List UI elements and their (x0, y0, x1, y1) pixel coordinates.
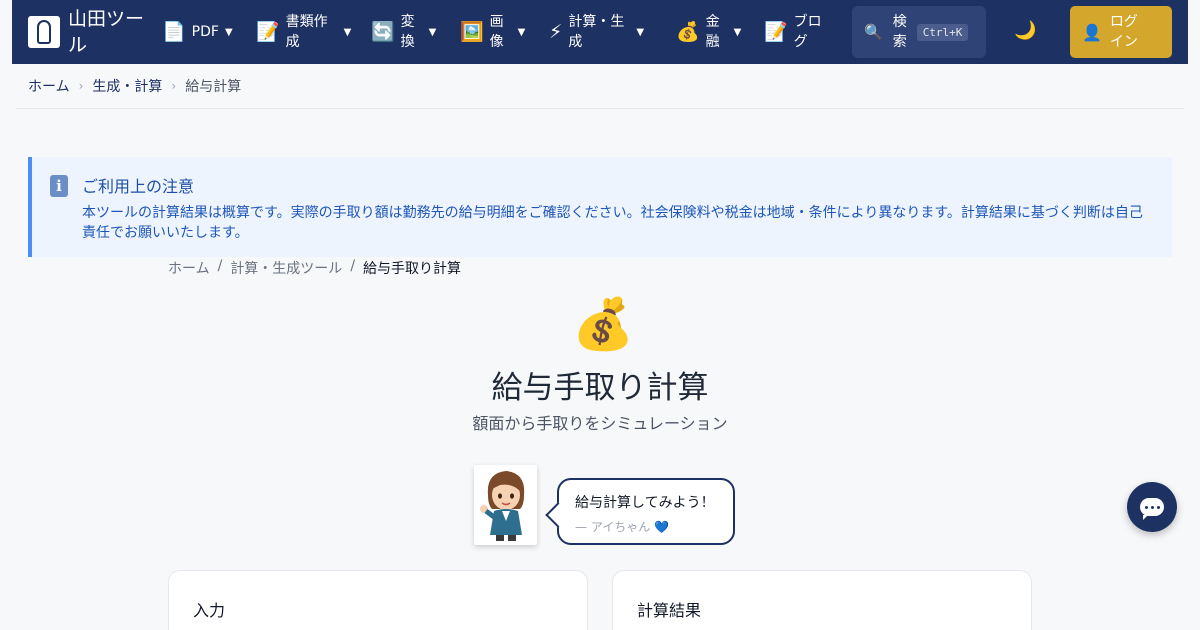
shortcut-hint: Ctrl+K (916, 23, 969, 41)
login-label: ログイン (1109, 14, 1138, 50)
chevron-down-icon: ▼ (343, 26, 352, 38)
nav-item-label: ブログ (793, 14, 822, 50)
memo-icon: 📝 (764, 20, 788, 43)
speech-message: 給与計算してみよう！ (575, 495, 715, 511)
page-breadcrumb-section[interactable]: 計算・生成ツール (230, 258, 342, 278)
breadcrumb-separator: / (350, 258, 356, 274)
brand-name: 山田ツール (68, 8, 145, 56)
lightning-icon: ⚡ (549, 20, 563, 43)
nav-item-label: 計算・生成 (568, 14, 625, 50)
image-icon: 🖼️ (460, 20, 484, 43)
user-icon: 👤 (1082, 22, 1102, 42)
divider (16, 108, 1184, 109)
nav-item-calc[interactable]: ⚡ 計算・生成 ▼ (549, 0, 644, 64)
memo-icon: 📝 (256, 20, 280, 43)
breadcrumb-separator: › (171, 79, 177, 93)
input-card: 入力 (168, 570, 588, 630)
nav-item-pdf[interactable]: 📄 PDF ▼ (162, 0, 233, 64)
notice-box: i ご利用上の注意 本ツールの計算結果は概算です。実際の手取り額は勤務先の給与明… (28, 157, 1172, 257)
breadcrumb-section[interactable]: 生成・計算 (92, 76, 162, 96)
chevron-down-icon: ▼ (733, 26, 742, 38)
speech-bubble: 給与計算してみよう！ — アイちゃん 💙 (557, 478, 735, 545)
nav-item-convert[interactable]: 🔄 変換 ▼ (371, 0, 436, 64)
mascot-illustration (480, 471, 525, 541)
nav-item-label: 書類作成 (285, 14, 328, 50)
nav-item-image[interactable]: 🖼️ 画像 ▼ (460, 0, 525, 64)
brand-logo (28, 16, 60, 48)
document-icon: 📄 (162, 20, 186, 43)
search-icon: 🔍 (864, 23, 883, 41)
nav-item-blog[interactable]: 📝 ブログ (764, 0, 826, 64)
chevron-down-icon: ▼ (636, 26, 645, 38)
nav-item-label: PDF (191, 24, 219, 40)
mascot-avatar (474, 465, 537, 545)
input-card-title: 入力 (193, 601, 226, 620)
nav-item-label: 変換 (400, 14, 415, 50)
money-bag-icon: 💰 (676, 20, 700, 43)
brand[interactable]: 山田ツール (28, 6, 156, 58)
search-label: 検索 (892, 14, 907, 50)
top-navbar: 山田ツール 📄 PDF ▼ 📝 書類作成 ▼ 🔄 変換 ▼ 🖼️ 画像 ▼ ⚡ … (12, 0, 1188, 64)
chevron-down-icon: ▼ (428, 26, 437, 38)
breadcrumb-current: 給与計算 (185, 79, 242, 95)
page-breadcrumb: ホーム / 計算・生成ツール / 給与手取り計算 (168, 258, 461, 278)
result-card-title: 計算結果 (637, 601, 702, 620)
page-breadcrumb-home[interactable]: ホーム (168, 258, 210, 278)
breadcrumb-separator: / (217, 258, 223, 274)
chevron-down-icon: ▼ (224, 26, 233, 38)
chat-bubble-icon (1140, 498, 1164, 520)
result-card: 計算結果 (612, 570, 1032, 630)
breadcrumb: ホーム › 生成・計算 › 給与計算 (28, 76, 241, 96)
page-title: 給与手取り計算 (491, 370, 709, 406)
chevron-down-icon: ▼ (517, 26, 526, 38)
page-subtitle: 額面から手取りをシミュレーション (472, 414, 728, 433)
money-bag-icon: 💰 (572, 295, 635, 353)
nav-item-label: 金融 (705, 14, 720, 50)
info-icon: i (50, 175, 68, 197)
chat-button[interactable] (1127, 482, 1177, 532)
moon-icon[interactable]: 🌙 (1014, 20, 1036, 41)
convert-icon: 🔄 (371, 20, 395, 43)
breadcrumb-separator: › (78, 79, 84, 93)
speech-signature: — アイちゃん 💙 (575, 520, 669, 534)
notice-text: 本ツールの計算結果は概算です。実際の手取り額は勤務先の給与明細をご確認ください。… (82, 205, 1143, 241)
nav-item-documents[interactable]: 📝 書類作成 ▼ (256, 0, 351, 64)
login-button[interactable]: 👤 ログイン (1070, 6, 1172, 58)
breadcrumb-home[interactable]: ホーム (28, 76, 70, 96)
page-breadcrumb-current: 給与手取り計算 (363, 261, 462, 277)
nav-item-finance[interactable]: 💰 金融 ▼ (676, 0, 741, 64)
notice-title: ご利用上の注意 (82, 177, 195, 196)
nav-item-label: 画像 (489, 14, 504, 50)
search-button[interactable]: 🔍 検索 Ctrl+K (852, 6, 986, 58)
